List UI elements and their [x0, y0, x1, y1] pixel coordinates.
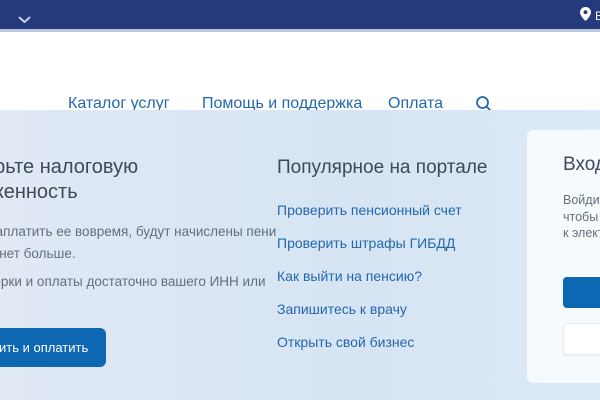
chevron-down-icon[interactable]	[18, 11, 31, 29]
tax-debt-description: Если не заплатить ее вовремя, будут начи…	[0, 221, 276, 265]
popular-title: Популярное на портале	[277, 157, 488, 179]
main-navbar: Каталог услуг Помощь и поддержка Оплата	[0, 32, 600, 110]
link-retirement[interactable]: Как выйти на пенсию?	[277, 268, 422, 284]
top-header-bar: В	[0, 0, 600, 29]
popular-block: Популярное на портале Проверить пенсионн…	[277, 157, 488, 367]
link-pension-account[interactable]: Проверить пенсионный счет	[277, 202, 462, 218]
popular-links-list: Проверить пенсионный счет Проверить штра…	[277, 202, 488, 351]
link-doctor-appointment[interactable]: Запишитесь к врачу	[277, 301, 407, 317]
register-button[interactable]	[563, 323, 600, 355]
location-label: В	[595, 9, 600, 23]
location-selector[interactable]: В	[580, 7, 600, 24]
link-traffic-fines[interactable]: Проверить штрафы ГИБДД	[277, 235, 455, 251]
list-item: Проверить пенсионный счет	[277, 202, 488, 219]
login-button[interactable]	[563, 277, 600, 308]
hero-section: Проверьте налоговую задолженность Если н…	[0, 110, 600, 400]
page: В Каталог услуг Помощь и поддержка Оплат…	[0, 0, 600, 400]
list-item: Проверить штрафы ГИБДД	[277, 235, 488, 252]
list-item: Как выйти на пенсию?	[277, 268, 488, 285]
login-card-title: Вход в Госуслуги	[563, 154, 600, 176]
list-item: Открыть свой бизнес	[277, 334, 488, 351]
link-open-business[interactable]: Открыть свой бизнес	[277, 334, 414, 350]
location-pin-icon	[580, 7, 591, 24]
tax-debt-block: Проверьте налоговую задолженность Если н…	[0, 155, 276, 367]
tax-debt-title: Проверьте налоговую задолженность	[0, 155, 276, 205]
tax-debt-description-2: Для проверки и оплаты достаточно вашего …	[0, 271, 276, 293]
login-card: Вход в Госуслуги Войдите или зарегистрир…	[527, 130, 600, 383]
check-and-pay-button[interactable]: Проверить и оплатить	[0, 328, 106, 367]
list-item: Запишитесь к врачу	[277, 301, 488, 318]
login-card-description: Войдите или зарегистрируйтесь, чтобы пол…	[563, 192, 600, 242]
